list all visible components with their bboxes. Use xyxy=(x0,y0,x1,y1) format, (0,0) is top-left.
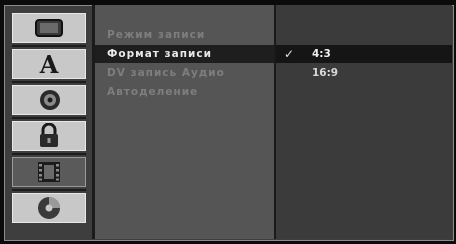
option-label: 16:9 xyxy=(312,67,339,79)
option-16-9[interactable]: 16:9 xyxy=(276,64,452,82)
sidebar-divider xyxy=(12,81,86,83)
sidebar-divider xyxy=(12,153,86,155)
sidebar-item-language[interactable]: A xyxy=(12,49,86,79)
option-4-3[interactable]: ✓ 4:3 xyxy=(276,45,452,63)
sidebar-item-recording[interactable] xyxy=(12,157,86,187)
sidebar-item-lock[interactable] xyxy=(12,121,86,151)
tv-icon xyxy=(35,19,63,37)
audio-icon xyxy=(40,90,60,110)
sidebar-item-disc[interactable] xyxy=(12,193,86,223)
sidebar-divider xyxy=(12,189,86,191)
lock-icon xyxy=(40,123,58,147)
menu-item-auto-chapter[interactable]: Автоделение xyxy=(95,83,274,101)
film-icon xyxy=(38,162,60,182)
sidebar-divider xyxy=(12,117,86,119)
category-sidebar: A xyxy=(4,5,90,235)
check-icon: ✓ xyxy=(284,47,295,61)
settings-menu: Режим записи Формат записи DV запись Ауд… xyxy=(95,5,274,239)
menu-item-record-format[interactable]: Формат записи xyxy=(95,45,274,63)
menu-item-dv-audio[interactable]: DV запись Аудио xyxy=(95,64,274,82)
language-icon: A xyxy=(39,49,59,79)
disc-icon xyxy=(38,197,60,219)
sidebar-divider xyxy=(12,45,86,47)
menu-item-record-mode[interactable]: Режим записи xyxy=(95,26,274,44)
sidebar-item-audio[interactable] xyxy=(12,85,86,115)
option-label: 4:3 xyxy=(312,48,331,60)
options-panel: ✓ 4:3 16:9 xyxy=(276,5,452,239)
sidebar-item-tv[interactable] xyxy=(12,13,86,43)
